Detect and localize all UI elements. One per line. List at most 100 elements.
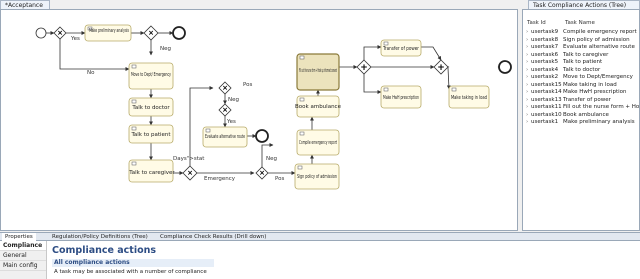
start-event[interactable] [35,27,47,39]
expand-arrow-icon[interactable]: › [526,67,528,75]
table-row[interactable]: › usertask13 Transfer of power [523,97,639,105]
editor-tab[interactable]: *Acceptance [0,0,50,9]
task-label: Sign policy of admission [297,174,337,180]
edge-label: Neg [160,46,171,52]
bpmn-editor[interactable]: × × × × × × + + Make preliminary analysi… [0,9,518,231]
sidebar-item-compliance[interactable]: Compliance [0,241,46,251]
task-label: Make taking in load [451,95,487,101]
svg-text:×: × [222,84,228,92]
task-label: Transfer of power [382,46,419,52]
edge-label: Yes [226,119,236,125]
edge-label: Emergency [204,176,236,182]
parallel-gateway-1[interactable]: + [356,59,372,75]
edge-label: Yes [70,36,80,42]
section-description: A task may be associated with a number o… [54,269,207,275]
task-label: Talk to doctor [131,105,170,111]
task-name: Talk to caregiver [563,51,609,58]
expand-arrow-icon[interactable]: › [526,82,528,90]
task-id: usertask10 [531,111,562,118]
task-id: usertask6 [531,51,559,58]
sequence-flows [46,31,502,175]
task-name: Make taking in load [563,81,617,88]
table-row[interactable]: › usertask10 Book ambulance [523,112,639,120]
sidebar-item-general[interactable]: General [0,251,46,261]
svg-text:×: × [57,29,63,37]
column-header-task-id[interactable]: Task Id [527,20,546,26]
expand-arrow-icon[interactable]: › [526,29,528,37]
task-id: usertask11 [531,104,562,110]
task-name: Book ambulance [563,111,609,118]
exclusive-gateway-6[interactable]: × [255,166,269,180]
table-row[interactable]: › usertask7 Evaluate alternative route [523,44,639,52]
edge-label: Pos [275,176,284,182]
section-header[interactable]: All compliance actions [52,259,214,267]
task-name: Fill out the nurse form + Ho... [563,104,639,110]
expand-arrow-icon[interactable]: › [526,44,528,52]
task-name: Talk to patient [563,59,603,65]
tab-compliance-check-results[interactable]: Compliance Check Results (Drill down) [160,233,266,241]
expand-arrow-icon[interactable]: › [526,52,528,60]
table-row[interactable]: › usertask5 Talk to patient [523,59,639,67]
exclusive-gateway-2[interactable]: × [143,25,159,41]
task-label: Talk to caregiver [128,170,175,176]
table-row[interactable]: › usertask15 Make taking in load [523,82,639,90]
svg-text:×: × [148,29,154,37]
exclusive-gateway-3[interactable]: × [182,165,198,181]
task-label: Make preliminary analysis [89,28,129,34]
task-label: Compile emergency report [299,140,337,146]
tab-regulation-definitions[interactable]: Regulation/Policy Definitions (Tree) [52,233,148,241]
task-id: usertask5 [531,59,559,65]
svg-text:+: + [437,63,445,73]
svg-text:×: × [259,169,265,177]
expand-arrow-icon[interactable]: › [526,59,528,67]
task-name: Make preliminary analysis [563,119,635,125]
task-id: usertask4 [531,66,559,73]
edge-label: No [87,70,95,76]
task-id: usertask9 [531,29,559,35]
sidebar-item-main-config[interactable]: Main config [0,261,46,271]
properties-panel: Compliance General Main config Complianc… [0,241,640,279]
task-id: usertask1 [531,119,559,125]
table-row[interactable]: › usertask8 Sign policy of admission [523,37,639,45]
bpmn-diagram: × × × × × × + + Make preliminary analysi… [35,24,512,190]
bottom-tab-bar: Properties Regulation/Policy Definitions… [0,232,640,241]
expand-arrow-icon[interactable]: › [526,119,528,127]
column-header-task-name[interactable]: Task Name [565,20,595,26]
table-row[interactable]: › usertask4 Talk to doctor [523,67,639,75]
exclusive-gateway-5[interactable]: × [218,103,232,117]
end-event-1[interactable] [172,26,186,40]
table-row[interactable]: › usertask14 Make HwH prescription [523,89,639,97]
end-event-3[interactable] [498,60,512,74]
task-id: usertask15 [531,81,562,88]
task-name: Talk to doctor [563,66,601,73]
expand-arrow-icon[interactable]: › [526,74,528,82]
exclusive-gateway-4[interactable]: × [218,81,232,95]
task-name: Compile emergency report [563,29,637,35]
expand-arrow-icon[interactable]: › [526,89,528,97]
table-row[interactable]: › usertask6 Talk to caregiver [523,52,639,60]
task-label: Fill out the nurse form + Hook up inform… [299,68,337,74]
editor-tab-label: *Acceptance [5,2,43,9]
expand-arrow-icon[interactable]: › [526,112,528,120]
task-label: Make HwH prescription [383,95,419,101]
task-name: Move to Dept/Emergency [563,74,633,80]
table-row[interactable]: › usertask2 Move to Dept/Emergency [523,74,639,82]
edge-label: Neg [228,97,239,103]
expand-arrow-icon[interactable]: › [526,104,528,112]
parallel-gateway-2[interactable]: + [433,59,449,75]
task-actions-view-tab[interactable]: Task Compliance Actions (Tree) [528,0,640,9]
end-event-2[interactable] [255,129,269,143]
table-row[interactable]: › usertask11 Fill out the nurse form + Ho.… [523,104,639,112]
expand-arrow-icon[interactable]: › [526,37,528,45]
view-tab-label: Task Compliance Actions (Tree) [533,2,627,9]
table-row[interactable]: › usertask9 Compile emergency report [523,29,639,37]
edge-label: Neg [266,156,277,162]
svg-text:×: × [222,106,228,114]
task-id: usertask14 [531,89,562,95]
expand-arrow-icon[interactable]: › [526,97,528,105]
svg-text:×: × [187,169,193,177]
exclusive-gateway-1[interactable]: × [53,26,67,40]
tab-properties[interactable]: Properties [2,233,36,241]
task-id: usertask7 [531,44,559,50]
table-row[interactable]: › usertask1 Make preliminary analysis [523,119,639,127]
